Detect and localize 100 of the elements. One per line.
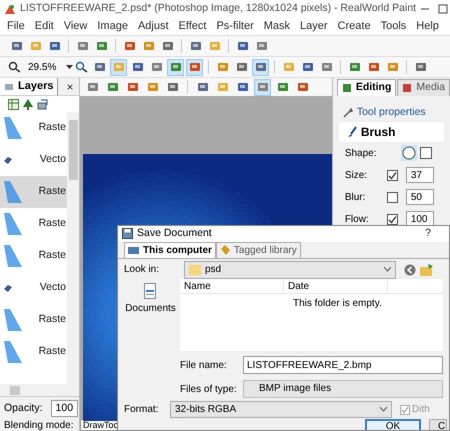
tool-icon <box>124 40 136 52</box>
tool-icon <box>348 61 360 73</box>
layer-name: Raste <box>38 344 66 360</box>
caret-icon[interactable] <box>66 64 73 70</box>
layer-thumbnail <box>4 341 22 363</box>
documents-place[interactable]: Documents <box>125 283 176 316</box>
layer-name: Raste <box>38 184 66 200</box>
layer-thumbnail <box>4 181 22 203</box>
tool-icon <box>48 40 60 52</box>
layers-tab[interactable]: Layers <box>0 78 58 95</box>
layer-row[interactable]: Raste <box>0 176 67 208</box>
file-type-dropdown[interactable]: BMP image files <box>243 380 443 398</box>
computer-icon <box>128 246 139 254</box>
window-title: LISTOFFREEWARE_2.psd* (Photoshop Image, 1280x1024 pixels) - RealWorld Paint <box>20 0 416 16</box>
menu-item[interactable]: Adjust <box>132 18 174 34</box>
tool-icon <box>132 61 144 73</box>
back-icon[interactable] <box>404 264 416 276</box>
close-button[interactable]: × <box>58 78 82 96</box>
menu-item[interactable]: Layer <box>295 18 333 34</box>
menu-item[interactable]: Help <box>411 18 444 34</box>
checkbox[interactable] <box>386 192 398 202</box>
tool-icon <box>386 61 398 73</box>
tool-icon <box>170 61 182 73</box>
blending-mode-label: Blending mode: <box>0 420 79 431</box>
zoom-in-icon[interactable] <box>75 61 89 73</box>
layer-row[interactable]: Raste <box>0 112 67 144</box>
zoom-out-icon[interactable] <box>8 61 22 73</box>
panel-tab[interactable]: Editing <box>336 79 396 96</box>
checkmark-icon <box>388 170 397 180</box>
tool-icon <box>76 40 88 52</box>
dialog-button[interactable]: OK <box>365 419 421 430</box>
column-header[interactable]: Date <box>284 279 388 294</box>
spin-field[interactable]: 50 <box>406 189 434 205</box>
toolbar-button[interactable] <box>254 78 271 96</box>
spin-field[interactable]: 37 <box>406 167 434 183</box>
folder-icon <box>189 264 201 275</box>
tool-icon <box>190 40 202 52</box>
menu-item[interactable]: Image <box>92 18 133 34</box>
tree-icon[interactable] <box>23 98 33 110</box>
layers-icon[interactable] <box>37 98 48 110</box>
toolbar-button[interactable] <box>252 58 269 76</box>
field-label: Size: <box>344 168 368 182</box>
app-icon <box>4 2 16 14</box>
scrollbar[interactable] <box>67 112 79 384</box>
tool-icon <box>86 81 98 93</box>
field-label: Format: <box>124 403 160 418</box>
tool-icon <box>112 61 124 73</box>
file-name-field[interactable]: LISTOFFREEWARE_2.bmp <box>243 356 443 374</box>
tool-icon <box>208 40 220 52</box>
help-button[interactable]: ? <box>425 226 445 242</box>
tool-icon <box>302 61 314 73</box>
scrollbar[interactable] <box>0 384 79 396</box>
wrench-icon <box>342 108 353 118</box>
new-folder-icon[interactable] <box>420 264 433 276</box>
tool-icon <box>236 81 248 93</box>
layer-thumbnail <box>4 156 12 164</box>
layer-thumbnail <box>4 309 22 331</box>
layer-name: Vecto <box>40 152 66 168</box>
maximize-icon[interactable] <box>438 4 448 14</box>
panel-tab[interactable]: Media <box>397 79 450 96</box>
dialog-button[interactable]: C <box>429 419 447 430</box>
dialog-title: Save Document <box>137 226 213 241</box>
menu-item[interactable]: Effect <box>174 18 212 34</box>
tool-icon <box>282 61 294 73</box>
menu-item[interactable]: Ps-filter <box>211 18 259 34</box>
layer-name: Vecto <box>40 280 66 296</box>
layer-row[interactable]: Raste <box>0 304 67 336</box>
layer-name: Raste <box>38 248 66 264</box>
tool-icon <box>150 61 162 73</box>
round-shape-button[interactable] <box>400 145 417 161</box>
layer-row[interactable]: Raste <box>0 208 67 240</box>
checkbox[interactable] <box>386 170 398 180</box>
dialog-tab[interactable]: This computer <box>124 242 216 258</box>
column-header[interactable]: Name <box>180 279 284 294</box>
layer-thumbnail <box>4 284 12 292</box>
toolbar-button[interactable] <box>186 58 203 76</box>
tab-icon <box>342 83 352 93</box>
zoom-field[interactable]: 29.5% <box>24 60 64 74</box>
format-dropdown[interactable]: 32-bits RGBA <box>170 401 392 418</box>
tool-icon <box>368 61 380 73</box>
grid-icon[interactable] <box>8 98 19 110</box>
opacity-field[interactable]: 100 <box>50 400 78 417</box>
layer-thumbnail <box>4 117 22 139</box>
checkbox[interactable] <box>386 214 398 224</box>
menu-item[interactable]: File <box>2 18 30 34</box>
menu-item[interactable]: View <box>58 18 92 34</box>
layer-row[interactable]: Raste <box>0 336 67 368</box>
layer-row[interactable]: Raste <box>0 240 67 272</box>
look-in-dropdown[interactable]: psd <box>184 260 396 279</box>
layer-thumbnail <box>4 245 22 267</box>
layer-row[interactable]: Vecto <box>0 144 67 176</box>
square-shape-button[interactable] <box>420 147 432 159</box>
menu-item[interactable]: Edit <box>30 18 59 34</box>
menu-item[interactable]: Tools <box>376 18 412 34</box>
menu-item[interactable]: Mask <box>258 18 296 34</box>
toolbar-button[interactable] <box>167 58 184 76</box>
menu-item[interactable]: Create <box>332 18 376 34</box>
opacity-label: Opacity: <box>4 400 43 416</box>
layer-row[interactable]: Vecto <box>0 272 67 304</box>
dialog-tab[interactable]: Tagged library <box>216 242 301 258</box>
